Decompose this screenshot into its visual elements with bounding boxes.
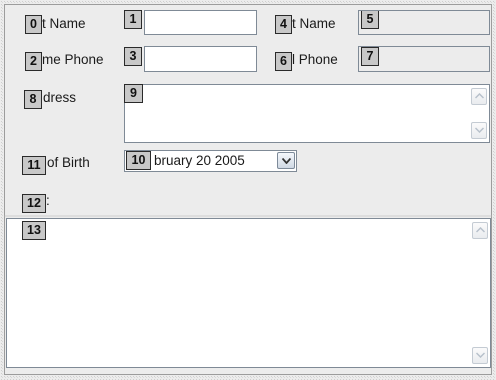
last-name-input[interactable] — [358, 10, 490, 35]
marker-9: 9 — [124, 84, 143, 103]
notes-textarea[interactable] — [6, 218, 491, 368]
notes-scrollbar[interactable] — [471, 220, 489, 366]
marker-3: 3 — [124, 47, 142, 66]
marker-2: 2 — [25, 52, 42, 71]
dob-value: bruary 20 2005 — [154, 153, 245, 168]
first-name-label: t Name — [42, 16, 86, 31]
cell-phone-input[interactable] — [358, 46, 490, 72]
marker-0: 0 — [25, 15, 42, 34]
scroll-up-arrow-icon[interactable] — [472, 222, 488, 239]
address-textarea[interactable] — [124, 84, 490, 143]
address-label: dress — [43, 90, 77, 105]
marker-10: 10 — [126, 151, 151, 170]
last-name-label: t Name — [292, 16, 336, 31]
marker-13: 13 — [22, 221, 46, 240]
dob-label: of Birth — [47, 155, 90, 170]
notes-label: : — [46, 193, 50, 208]
home-phone-input[interactable] — [144, 46, 257, 72]
first-name-input[interactable] — [144, 10, 257, 35]
marker-11: 11 — [22, 156, 46, 175]
address-scrollbar[interactable] — [470, 86, 488, 141]
chevron-down-icon[interactable] — [277, 152, 295, 169]
marker-6: 6 — [275, 52, 292, 71]
scroll-down-arrow-icon[interactable] — [472, 347, 488, 364]
scroll-up-arrow-icon[interactable] — [471, 88, 487, 105]
divider — [4, 215, 492, 217]
marker-8: 8 — [24, 90, 42, 109]
marker-4: 4 — [275, 15, 292, 34]
home-phone-label: me Phone — [42, 52, 104, 67]
marker-1: 1 — [124, 10, 142, 29]
cell-phone-label: l Phone — [292, 52, 338, 67]
marker-12: 12 — [22, 194, 46, 213]
scroll-down-arrow-icon[interactable] — [471, 122, 487, 139]
